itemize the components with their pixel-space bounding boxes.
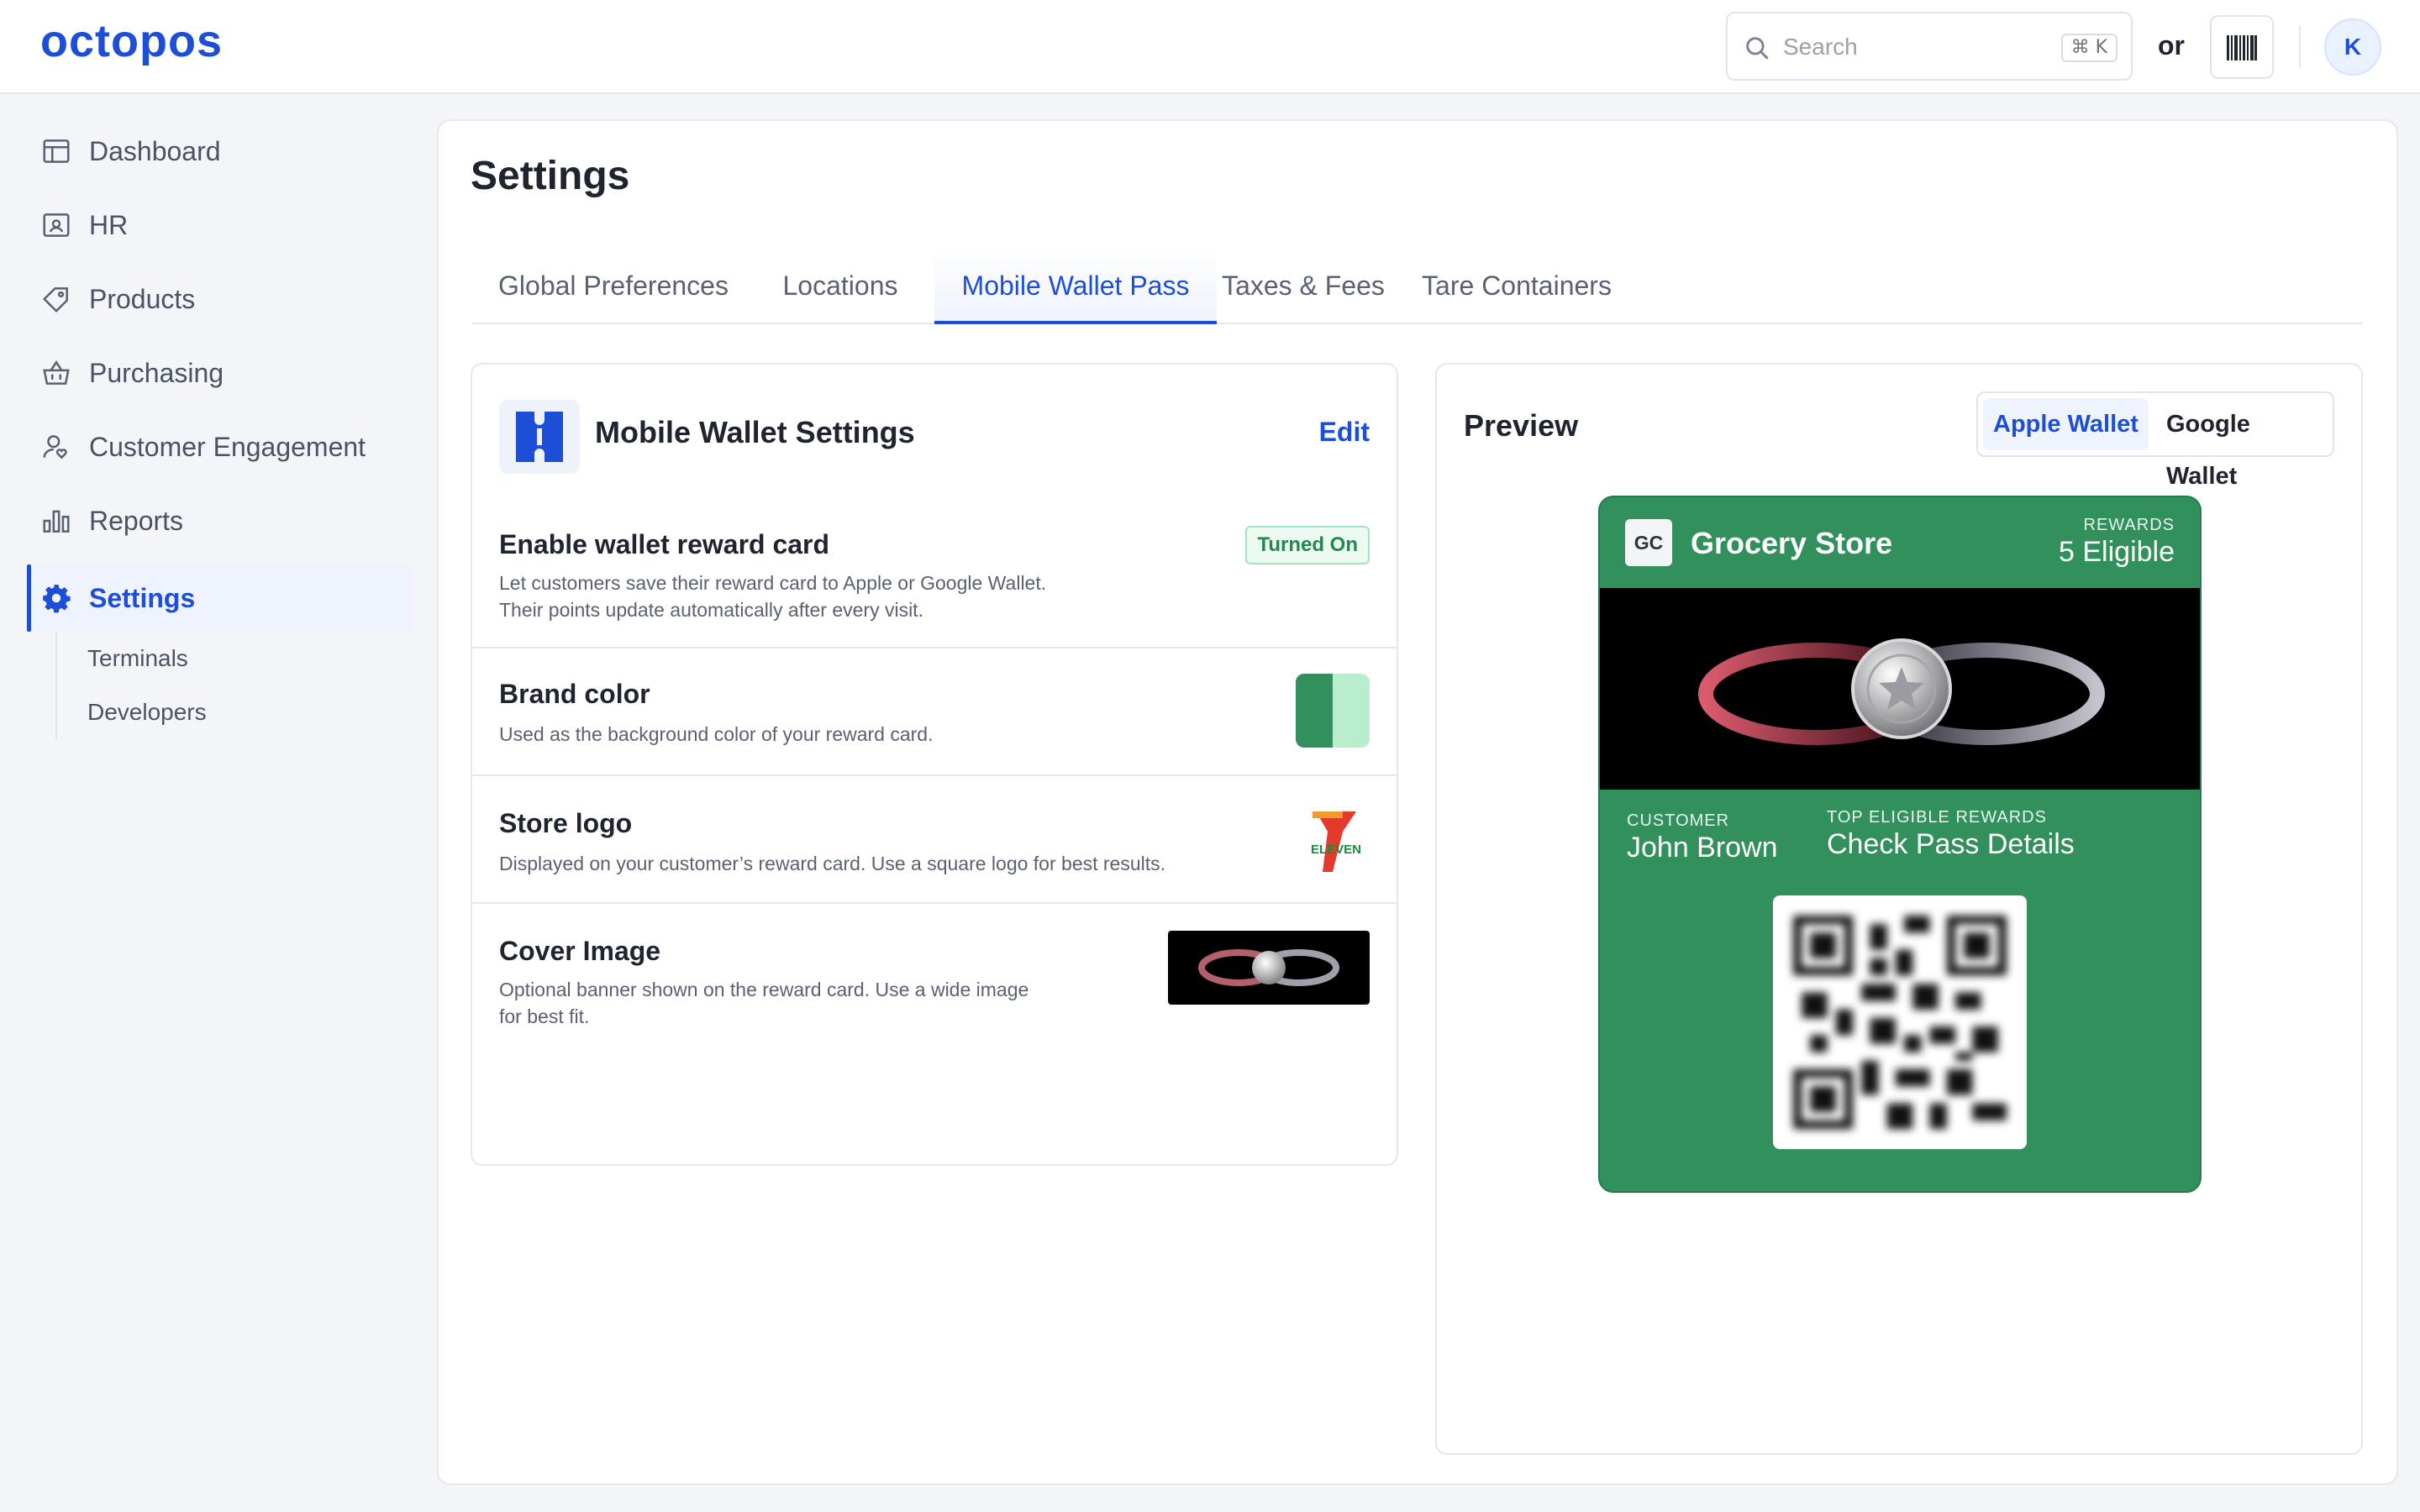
setting-title: Store logo [499,808,633,838]
user-avatar[interactable]: K [2324,18,2381,76]
sidebar-item-label: Purchasing [89,357,224,388]
submenu-line [55,632,57,739]
tab-taxes-fees[interactable]: Taxes & Fees [1217,247,1390,324]
brand-color-swatch[interactable] [1296,674,1370,748]
setting-description: Displayed on your customer’s reward card… [499,853,1166,874]
tag-icon [42,287,68,313]
divider [2299,25,2301,69]
setting-row-cover-image: Cover Image Optional banner shown on the… [472,904,1397,1055]
app-logo[interactable]: octopos [40,15,223,67]
dashboard-icon [43,139,70,163]
basket-icon [43,360,70,385]
active-indicator [27,564,31,632]
brand-color-dark [1296,674,1333,748]
pass-customer-name: John Brown [1627,832,1778,864]
barcode-scan-button[interactable] [2210,15,2274,79]
tab-global-preferences[interactable]: Global Preferences [472,247,755,324]
pass-rewards-label: REWARDS [2083,516,2175,534]
sidebar-item-purchasing[interactable]: Purchasing [27,339,413,407]
gear-icon [43,585,71,613]
pass-store-badge: GC [1625,519,1672,566]
sidebar-item-label: Reports [89,505,184,536]
setting-description: Used as the background color of your rew… [499,723,934,745]
store-logo-image[interactable]: ELEVEN [1309,808,1363,875]
user-heart-icon [43,435,67,459]
sidebar-item-products[interactable]: Products [27,265,413,333]
tab-mobile-wallet-pass[interactable]: Mobile Wallet Pass [934,247,1217,324]
bar-chart-icon [43,510,70,533]
pass-qr-code [1773,895,2027,1149]
preview-title: Preview [1464,408,1579,443]
pass-customer-label: CUSTOMER [1627,811,1730,830]
setting-description: Let customers save their reward card to … [499,572,1047,621]
wallet-settings-card: Mobile Wallet Settings Edit Enable walle… [471,363,1398,1166]
qr-code-icon [1793,916,2007,1129]
google-wallet-option[interactable]: Google Wallet [2156,398,2333,490]
setting-title: Brand color [499,679,650,709]
sidebar-item-reports[interactable]: Reports [27,487,413,554]
page-title: Settings [471,154,630,198]
top-bar: octopos Search ⌘ K or K [0,0,2420,94]
main-panel: Settings Global Preferences Locations Mo… [437,119,2398,1485]
sidebar-item-label: Dashboard [89,135,221,166]
sidebar-item-label: Settings [89,582,196,613]
sidebar-item-settings[interactable]: Settings [27,564,413,632]
setting-row-enable-wallet: Enable wallet reward card Let customers … [472,511,1397,648]
ticket-icon [499,400,580,474]
sidebar-item-label: Products [89,283,196,314]
pass-rewards-value: 5 Eligible [2059,536,2175,568]
status-badge[interactable]: Turned On [1245,526,1370,564]
sidebar-item-label: Customer Engagement [89,431,366,462]
pass-cover-image [1600,588,2200,790]
search-input[interactable]: Search [1783,34,1858,60]
preview-card: Preview Apple Wallet Google Wallet GC Gr… [1435,363,2363,1455]
setting-description: Optional banner shown on the reward card… [499,979,1029,1027]
setting-row-brand-color: Brand color Used as the background color… [472,648,1397,776]
wallet-type-toggle: Apple Wallet Google Wallet [1976,391,2334,490]
settings-tabs: Global Preferences Locations Mobile Wall… [472,247,2363,324]
search-icon [1746,37,1769,60]
sidebar-item-customer-engagement[interactable]: Customer Engagement [27,413,413,480]
sidebar-item-hr[interactable]: HR [27,192,413,259]
sidebar-item-label: HR [89,209,129,240]
sidebar-subitem-developers[interactable]: Developers [87,699,207,726]
pass-store-name: Grocery Store [1691,526,1893,560]
card-title: Mobile Wallet Settings [595,415,915,449]
apple-wallet-option[interactable]: Apple Wallet [1983,398,2149,450]
search-shortcut: ⌘ K [2060,34,2118,62]
tab-tare-containers[interactable]: Tare Containers [1393,247,1640,324]
id-card-icon [43,213,70,237]
wallet-pass-preview: GC Grocery Store REWARDS 5 Eligible CUST… [1598,496,2202,1193]
setting-row-store-logo: Store logo Displayed on your customer’s … [472,776,1397,904]
brand-color-light [1333,674,1370,748]
or-label: or [2158,30,2185,60]
setting-title: Cover Image [499,936,661,966]
barcode-icon [2227,35,2257,60]
edit-button[interactable]: Edit [1319,417,1370,448]
cover-image-thumbnail[interactable] [1168,931,1370,1005]
tab-locations[interactable]: Locations [755,247,926,324]
search-box[interactable]: Search ⌘ K [1726,12,2133,81]
pass-top-rewards-label: TOP ELIGIBLE REWARDS [1827,808,2047,827]
setting-title: Enable wallet reward card [499,529,830,559]
sidebar: Dashboard HR Products Purchasing Custome… [0,96,420,1512]
sidebar-item-dashboard[interactable]: Dashboard [27,118,413,185]
pass-top-rewards-value: Check Pass Details [1827,828,2075,860]
sidebar-subitem-terminals[interactable]: Terminals [87,645,188,672]
svg-text:ELEVEN: ELEVEN [1311,843,1361,857]
